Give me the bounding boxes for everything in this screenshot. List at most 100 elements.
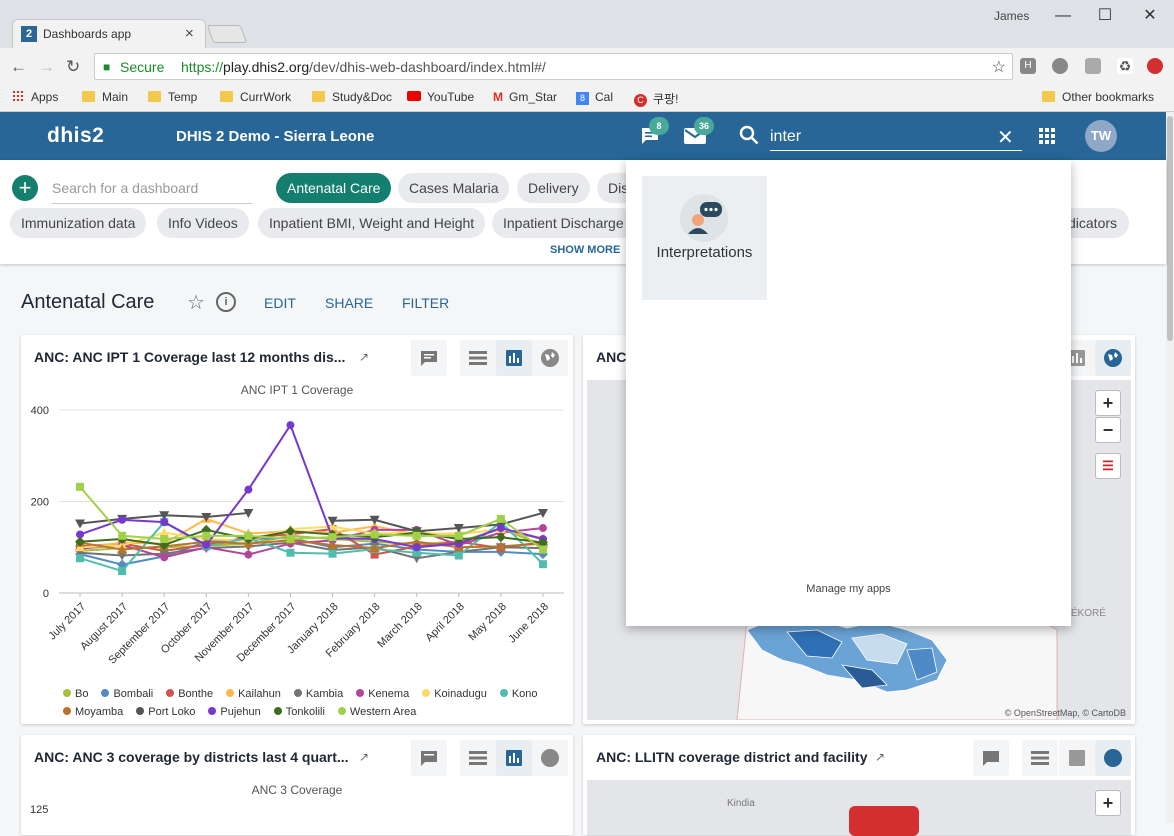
close-window-button[interactable]: ✕ (1130, 4, 1170, 28)
edit-button[interactable]: EDIT (264, 295, 296, 311)
bookmark-youtube[interactable]: YouTube (407, 90, 474, 104)
view-as-chart-button[interactable] (496, 740, 532, 776)
url-text[interactable]: https://play.dhis2.org/dev/dhis-web-dash… (181, 59, 546, 75)
data-point (160, 553, 169, 562)
reload-icon[interactable]: ↻ (66, 57, 80, 77)
extension-h-icon[interactable]: H (1020, 58, 1036, 74)
maximize-button[interactable]: ☐ (1085, 4, 1125, 28)
info-icon[interactable]: i (216, 292, 236, 312)
chip-inpatient-bmi[interactable]: Inpatient BMI, Weight and Height (258, 208, 486, 238)
interpretations-toggle-button[interactable] (411, 340, 447, 376)
bookmark-other[interactable]: Other bookmarks (1042, 90, 1154, 104)
bookmark-apps[interactable]: Apps (12, 90, 58, 104)
scrollbar-thumb[interactable] (1167, 116, 1173, 341)
show-more-button[interactable]: SHOW MORE (550, 244, 620, 256)
data-point (538, 524, 547, 533)
view-as-table-button[interactable] (460, 340, 496, 376)
bookmark-coupang[interactable]: C 쿠팡! (634, 90, 678, 107)
interpretations-toggle-button[interactable] (973, 740, 1009, 776)
bookmark-currwork[interactable]: CurrWork (220, 90, 291, 104)
legend-item[interactable]: Bo (63, 688, 88, 700)
legend-item[interactable]: Kenema (356, 688, 409, 700)
legend-item[interactable]: Moyamba (63, 706, 123, 718)
manage-my-apps-link[interactable]: Manage my apps (626, 583, 1071, 595)
profile-avatar[interactable]: TW (1085, 120, 1117, 152)
view-as-chart-button[interactable] (1059, 740, 1095, 776)
bookmark-main[interactable]: Main (82, 90, 128, 104)
bookmark-cal[interactable]: 8 Cal (576, 90, 613, 105)
star-icon[interactable]: ☆ (187, 290, 205, 315)
chip-immunization-data[interactable]: Immunization data (10, 208, 147, 238)
share-button[interactable]: SHARE (325, 295, 373, 311)
open-external-icon[interactable]: ↗ (875, 750, 885, 764)
map-canvas[interactable]: Kindia (587, 780, 1131, 836)
chip-antenatal-care[interactable]: Antenatal Care (276, 173, 392, 203)
extension-red-icon[interactable] (1147, 58, 1163, 74)
legend-item[interactable]: Tonkolili (273, 706, 325, 718)
globe-icon (541, 349, 559, 367)
extension-recycle-icon[interactable]: ♻ (1117, 58, 1133, 74)
chip-info-videos[interactable]: Info Videos (157, 208, 249, 238)
legend-item[interactable]: Kono (499, 688, 538, 700)
minimize-button[interactable]: — (1043, 4, 1083, 28)
legend-item[interactable]: Bonthe (166, 688, 213, 700)
forward-icon[interactable]: → (38, 57, 55, 77)
new-tab-button[interactable] (206, 25, 248, 43)
zoom-out-button[interactable]: − (1095, 417, 1121, 443)
legend-item[interactable]: Kailahun (226, 688, 281, 700)
tab-close-icon[interactable]: × (185, 25, 194, 42)
browser-user-name[interactable]: James (994, 9, 1029, 23)
item-title[interactable]: ANC: ANC IPT 1 Coverage last 12 months d… (34, 349, 345, 365)
chip-inpatient-discharge[interactable]: Inpatient Discharge (492, 208, 635, 238)
bookmark-temp[interactable]: Temp (148, 90, 197, 104)
page-scrollbar[interactable] (1166, 112, 1174, 823)
clear-search-icon[interactable]: ✕ (997, 125, 1014, 150)
view-as-table-button[interactable] (460, 740, 496, 776)
legend-item[interactable]: Pujehun (208, 706, 261, 718)
chip-cases-malaria[interactable]: Cases Malaria (398, 173, 510, 203)
address-bar[interactable]: ■ Secure https://play.dhis2.org/dev/dhis… (94, 53, 1013, 80)
view-as-map-button[interactable] (532, 340, 568, 376)
legend-item[interactable]: Koinadugu (422, 688, 487, 700)
data-point (496, 524, 505, 533)
bookmark-star-icon[interactable]: ☆ (992, 57, 1006, 77)
view-as-map-button[interactable] (532, 740, 568, 776)
legend-item[interactable]: Bombali (101, 688, 153, 700)
zoom-in-button[interactable]: + (1095, 390, 1121, 416)
map-item-card-2: ANC: LLITN coverage district and facilit… (583, 735, 1135, 836)
legend-item[interactable]: Kambia (293, 688, 343, 700)
browser-titlebar: 2 Dashboards app × James — ☐ ✕ (0, 0, 1174, 48)
extension-icon[interactable] (1052, 58, 1068, 74)
app-result-interpretations[interactable]: Interpretations (642, 176, 767, 300)
data-point (118, 567, 127, 576)
legend-toggle-icon[interactable]: ☰ (1095, 453, 1121, 479)
y-tick-label: 400 (31, 405, 49, 417)
interpretations-toggle-button[interactable] (411, 740, 447, 776)
filter-button[interactable]: FILTER (402, 295, 449, 311)
view-as-map-button[interactable] (1095, 340, 1131, 376)
chip-delivery[interactable]: Delivery (517, 173, 590, 203)
back-icon[interactable]: ← (10, 57, 27, 77)
view-as-map-button[interactable] (1095, 740, 1131, 776)
open-external-icon[interactable]: ↗ (359, 750, 369, 764)
bookmark-studydoc[interactable]: Study&Doc (312, 90, 392, 104)
add-dashboard-button[interactable]: + (12, 175, 38, 201)
view-as-chart-button[interactable] (496, 340, 532, 376)
item-title[interactable]: ANC: ANC 3 coverage by districts last 4 … (34, 749, 349, 765)
dhis2-logo[interactable]: dhis2 (47, 124, 104, 148)
legend-marker (293, 689, 302, 697)
app-search-input[interactable] (770, 125, 980, 149)
zoom-in-button[interactable]: + (1095, 790, 1121, 816)
dashboard-search-input[interactable]: Search for a dashboard (52, 176, 252, 204)
legend-item[interactable]: Port Loko (136, 706, 195, 718)
bookmark-gmstar[interactable]: M Gm_Star (493, 90, 557, 104)
view-as-table-button[interactable] (1022, 740, 1058, 776)
apps-menu-icon[interactable] (1039, 128, 1055, 144)
browser-tab[interactable]: 2 Dashboards app × (12, 19, 206, 48)
open-external-icon[interactable]: ↗ (359, 350, 369, 364)
url-scheme: https:// (181, 59, 224, 75)
extension-pin-icon[interactable] (1085, 58, 1101, 74)
item-title[interactable]: ANC: LLITN coverage district and facilit… (596, 749, 868, 765)
legend-item[interactable]: Western Area (337, 706, 416, 718)
item-title[interactable]: ANC (596, 349, 626, 365)
